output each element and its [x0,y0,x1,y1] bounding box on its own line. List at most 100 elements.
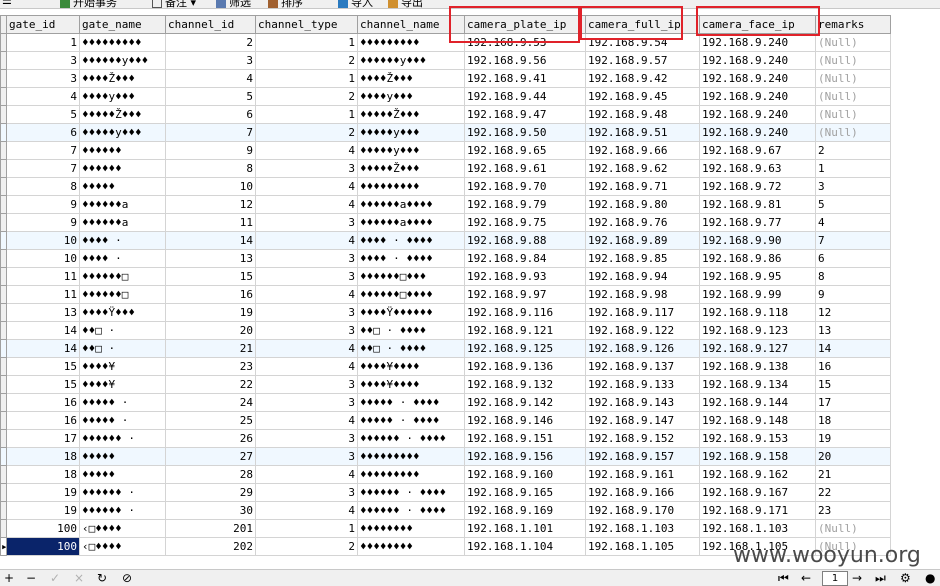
cell-camera-full-ip[interactable]: 192.168.9.51 [585,123,700,142]
cell-channel-name[interactable]: ♦♦♦♦♦♦ · ♦♦♦♦ [357,429,465,448]
settings-gear-icon[interactable]: ⚙ [900,570,911,586]
cell-channel-id[interactable]: 29 [165,483,256,502]
cell-remarks[interactable]: 12 [815,303,891,322]
cell-channel-type[interactable]: 2 [255,537,358,556]
cell-gate-id[interactable]: 3 [6,51,80,70]
cell-channel-name[interactable]: ♦♦♦♦y♦♦♦ [357,87,465,106]
cell-gate-name[interactable]: ♦♦♦♦¥ [79,357,166,376]
cell-remarks[interactable]: 17 [815,393,891,412]
cell-channel-name[interactable]: ♦♦♦♦♦♦ · ♦♦♦♦ [357,501,465,520]
cell-channel-type[interactable]: 4 [255,501,358,520]
cell-camera-face-ip[interactable]: 192.168.9.240 [699,105,816,124]
cell-remarks[interactable]: 5 [815,195,891,214]
column-header-gate-id[interactable]: gate_id [6,15,80,34]
column-header-camera-full-ip[interactable]: camera_full_ip [585,15,700,34]
cell-gate-id[interactable]: 5 [6,105,80,124]
cell-channel-name[interactable]: ♦♦□ · ♦♦♦♦ [357,321,465,340]
cell-camera-plate-ip[interactable]: 192.168.9.116 [464,303,586,322]
cell-channel-type[interactable]: 2 [255,123,358,142]
cell-camera-plate-ip[interactable]: 192.168.9.61 [464,159,586,178]
table-row[interactable]: 5 ♦♦♦♦♦Ž♦♦♦ 6 1 ♦♦♦♦♦Ž♦♦♦ 192.168.9.47 192.168… [0,105,891,124]
cell-camera-face-ip[interactable]: 192.168.9.134 [699,375,816,394]
cell-remarks[interactable]: 16 [815,357,891,376]
table-row[interactable]: 18 ♦♦♦♦♦ 28 4 ♦♦♦♦♦♦♦♦♦ 192.168.9.160 192.168.… [0,465,891,484]
refresh-icon[interactable]: ↻ [97,570,107,586]
cell-channel-id[interactable]: 6 [165,105,256,124]
cell-channel-name[interactable]: ♦♦♦♦♦♦□♦♦♦♦ [357,285,465,304]
cell-camera-face-ip[interactable]: 192.168.9.123 [699,321,816,340]
cell-remarks[interactable]: 19 [815,429,891,448]
cell-channel-id[interactable]: 11 [165,213,256,232]
cell-gate-id[interactable]: 11 [6,267,80,286]
cell-remarks[interactable]: 14 [815,339,891,358]
cell-camera-face-ip[interactable]: 192.168.9.167 [699,483,816,502]
cell-channel-type[interactable]: 3 [255,447,358,466]
cell-gate-id[interactable]: 6 [6,123,80,142]
cell-camera-face-ip[interactable]: 192.168.9.99 [699,285,816,304]
cell-gate-id[interactable]: 18 [6,465,80,484]
cell-camera-face-ip[interactable]: 192.168.9.86 [699,249,816,268]
column-header-remarks[interactable]: remarks [815,15,891,34]
cell-gate-name[interactable]: ♦♦♦♦♦♦y♦♦♦ [79,51,166,70]
menu-icon[interactable]: ☰ [2,0,12,7]
cell-channel-type[interactable]: 1 [255,33,358,52]
cell-gate-id[interactable]: 100 [6,537,80,556]
table-row[interactable]: 6 ♦♦♦♦♦y♦♦♦ 7 2 ♦♦♦♦♦y♦♦♦ 192.168.9.50 192.168… [0,123,891,142]
cell-channel-type[interactable]: 4 [255,465,358,484]
cell-channel-name[interactable]: ♦♦♦♦Ž♦♦♦ [357,69,465,88]
table-row[interactable]: 7 ♦♦♦♦♦♦ 8 3 ♦♦♦♦♦Ž♦♦♦ 192.168.9.61 192.168.9.… [0,159,891,178]
cell-channel-name[interactable]: ♦♦♦♦♦♦ · ♦♦♦♦ [357,483,465,502]
cell-gate-name[interactable]: ♦♦♦♦♦♦□ [79,267,166,286]
cell-channel-id[interactable]: 26 [165,429,256,448]
cell-remarks[interactable]: 23 [815,501,891,520]
cell-remarks[interactable]: 6 [815,249,891,268]
cell-camera-full-ip[interactable]: 192.168.9.143 [585,393,700,412]
cell-channel-name[interactable]: ♦♦♦♦♦Ž♦♦♦ [357,159,465,178]
cell-remarks[interactable]: (Null) [815,69,891,88]
cell-channel-id[interactable]: 2 [165,33,256,52]
cell-channel-id[interactable]: 202 [165,537,256,556]
cell-gate-name[interactable]: ♦♦♦♦♦Ž♦♦♦ [79,105,166,124]
cell-camera-plate-ip[interactable]: 192.168.9.125 [464,339,586,358]
cell-camera-face-ip[interactable]: 192.168.9.158 [699,447,816,466]
table-row[interactable]: 9 ♦♦♦♦♦♦a 11 3 ♦♦♦♦♦♦a♦♦♦♦ 192.168.9.75 192.16… [0,213,891,232]
cell-camera-plate-ip[interactable]: 192.168.9.75 [464,213,586,232]
cell-camera-full-ip[interactable]: 192.168.1.103 [585,519,700,538]
cell-gate-name[interactable]: ♦♦♦♦¥ [79,375,166,394]
cell-camera-full-ip[interactable]: 192.168.9.76 [585,213,700,232]
cell-channel-id[interactable]: 15 [165,267,256,286]
last-page-icon[interactable]: ⏭ [875,570,886,586]
cell-camera-face-ip[interactable]: 192.168.1.103 [699,519,816,538]
cell-channel-type[interactable]: 4 [255,357,358,376]
cell-channel-name[interactable]: ♦♦□ · ♦♦♦♦ [357,339,465,358]
cell-gate-id[interactable]: 19 [6,501,80,520]
cell-camera-face-ip[interactable]: 192.168.9.72 [699,177,816,196]
cell-gate-name[interactable]: ♦♦♦♦♦ · [79,393,166,412]
filter-button[interactable]: 筛选 [216,0,251,8]
cell-channel-type[interactable]: 3 [255,303,358,322]
cell-gate-id[interactable]: 100 [6,519,80,538]
cell-channel-name[interactable]: ♦♦♦♦♦♦♦♦♦ [357,465,465,484]
cell-gate-name[interactable]: ♦♦♦♦Ÿ♦♦♦ [79,303,166,322]
cell-camera-plate-ip[interactable]: 192.168.9.151 [464,429,586,448]
cell-camera-plate-ip[interactable]: 192.168.1.104 [464,537,586,556]
cell-camera-full-ip[interactable]: 192.168.9.45 [585,87,700,106]
status-extra-icon[interactable]: ● [925,570,935,586]
table-row[interactable]: 14 ♦♦□ · 20 3 ♦♦□ · ♦♦♦♦ 192.168.9.121 192.168… [0,321,891,340]
cell-channel-id[interactable]: 4 [165,69,256,88]
cell-camera-plate-ip[interactable]: 192.168.9.169 [464,501,586,520]
cell-camera-full-ip[interactable]: 192.168.9.133 [585,375,700,394]
cell-remarks[interactable]: 22 [815,483,891,502]
cell-camera-face-ip[interactable]: 192.168.9.153 [699,429,816,448]
cell-channel-name[interactable]: ♦♦♦♦♦♦♦♦♦ [357,33,465,52]
cell-camera-full-ip[interactable]: 192.168.9.161 [585,465,700,484]
cell-gate-name[interactable]: ♦♦♦♦y♦♦♦ [79,87,166,106]
cell-gate-id[interactable]: 17 [6,429,80,448]
next-page-icon[interactable]: → [852,570,862,586]
cell-camera-plate-ip[interactable]: 192.168.9.132 [464,375,586,394]
cell-remarks[interactable]: (Null) [815,87,891,106]
cell-gate-id[interactable]: 11 [6,285,80,304]
cell-channel-type[interactable]: 3 [255,159,358,178]
cell-channel-id[interactable]: 13 [165,249,256,268]
cell-remarks[interactable]: 4 [815,213,891,232]
